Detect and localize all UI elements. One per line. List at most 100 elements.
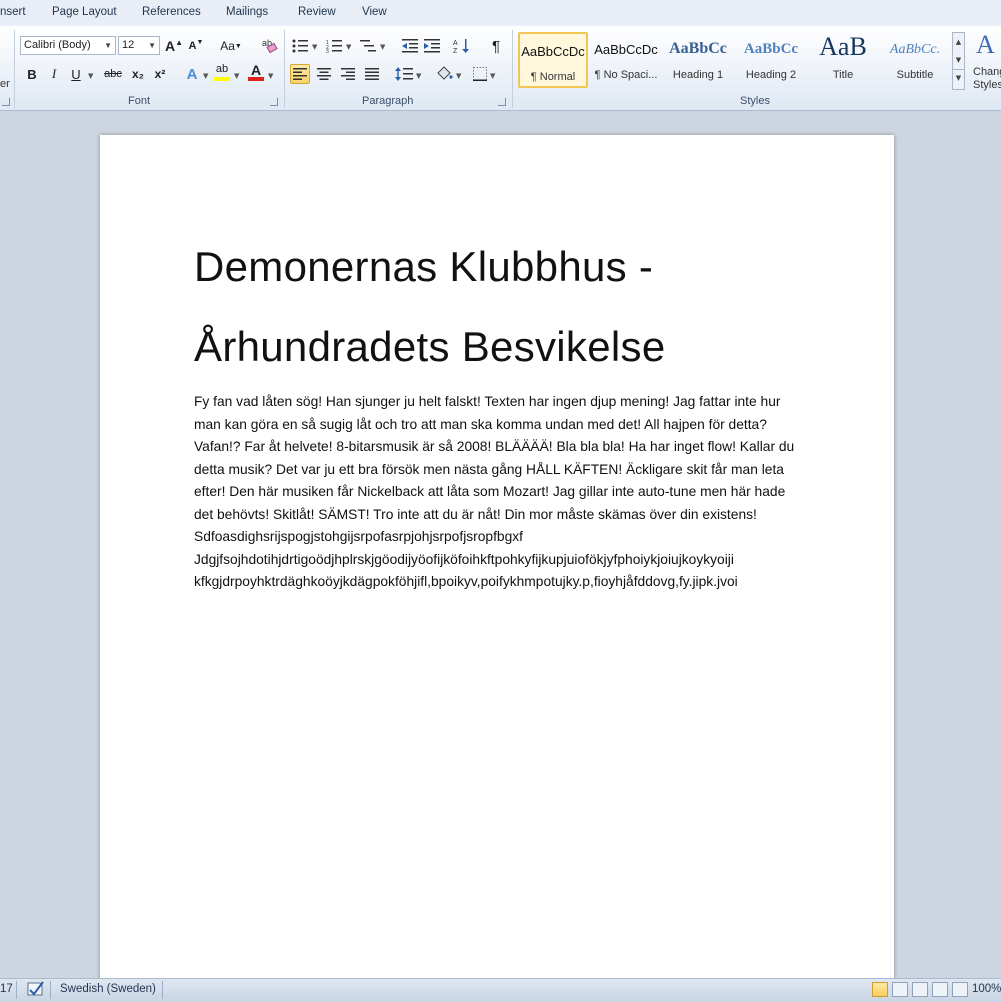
svg-text:3: 3	[326, 49, 329, 53]
multilevel-list-icon	[360, 40, 376, 52]
line-spacing-icon	[395, 67, 413, 81]
shading-button[interactable]	[434, 64, 454, 84]
document-body-paragraph[interactable]: Fy fan vad låten sög! Han sjunger ju hel…	[194, 391, 798, 594]
tab-insert[interactable]: nsert	[0, 6, 26, 18]
font-size-combo[interactable]: 12 ▼	[118, 36, 160, 55]
numbering-button[interactable]: 123	[324, 36, 344, 56]
align-left-button[interactable]	[290, 64, 310, 84]
strikethrough-icon: abc	[104, 68, 122, 80]
line-spacing-button[interactable]	[394, 64, 414, 84]
style-normal[interactable]: AaBbCcDc ¶ Normal	[518, 32, 588, 88]
clear-formatting-icon: ab	[262, 38, 278, 54]
underline-icon: U	[71, 66, 81, 82]
align-center-button[interactable]	[314, 64, 334, 84]
show-formatting-button[interactable]: ¶	[486, 36, 506, 56]
language-indicator[interactable]: Swedish (Sweden)	[60, 983, 156, 995]
grow-font-icon: A	[164, 38, 176, 54]
sort-button[interactable]: AZ	[452, 36, 472, 56]
change-styles-label: Chang Styles	[973, 66, 1001, 92]
tab-view[interactable]: View	[362, 6, 387, 18]
group-separator	[512, 30, 513, 108]
font-color-swatch	[248, 76, 264, 81]
highlight-swatch	[214, 76, 230, 81]
italic-button[interactable]: I	[44, 64, 64, 84]
print-layout-view-button[interactable]	[872, 982, 888, 997]
chevron-down-icon[interactable]: ▼	[456, 72, 461, 80]
increase-indent-button[interactable]	[422, 36, 442, 56]
numbered-list-icon: 123	[326, 40, 342, 53]
chevron-down-icon[interactable]: ▼	[268, 72, 273, 80]
font-color-button[interactable]: A	[246, 62, 266, 82]
chevron-down-icon[interactable]: ▼	[312, 43, 317, 51]
styles-gallery-scroll[interactable]: ▲ ▼ ▼	[952, 32, 965, 90]
align-right-button[interactable]	[338, 64, 358, 84]
paragraph-dialog-launcher[interactable]	[498, 98, 506, 106]
style-sample-text: AaB	[819, 32, 867, 61]
superscript-icon: x²	[154, 67, 166, 81]
grow-font-button[interactable]: A ▲	[164, 36, 184, 56]
style-name-label: ¶ No Spaci...	[594, 69, 658, 81]
scroll-up-icon[interactable]: ▲	[953, 33, 964, 51]
underline-button[interactable]: U	[66, 64, 86, 84]
chevron-down-icon[interactable]: ▼	[380, 43, 385, 51]
chevron-down-icon: ▼	[104, 41, 112, 50]
style-title[interactable]: AaB Title	[808, 32, 878, 88]
outline-view-button[interactable]	[932, 982, 948, 997]
gallery-more-icon[interactable]: ▼	[953, 69, 964, 86]
border-icon	[473, 67, 487, 81]
subscript-button[interactable]: x₂	[128, 64, 148, 84]
superscript-button[interactable]: x²	[150, 64, 170, 84]
bullets-button[interactable]	[290, 36, 310, 56]
chevron-down-icon[interactable]: ▼	[203, 72, 208, 80]
change-styles-button[interactable]: A Chang Styles	[970, 30, 1001, 92]
clipboard-dialog-launcher[interactable]	[2, 98, 10, 106]
ribbon: er Calibri (Body) ▼ 12 ▼ A ▲ A ▼ Aa ▼ ab B …	[0, 26, 1001, 111]
document-page[interactable]: Demonernas Klubbhus - Århundradets Besvi…	[100, 135, 894, 985]
format-painter-label[interactable]: er	[0, 78, 10, 90]
chevron-down-icon[interactable]: ▼	[88, 72, 93, 80]
shrink-font-button[interactable]: A ▼	[186, 36, 206, 56]
chevron-down-icon[interactable]: ▼	[416, 72, 421, 80]
font-dialog-launcher[interactable]	[270, 98, 278, 106]
change-styles-label-line2: Styles	[973, 79, 1001, 91]
proofing-icon[interactable]	[26, 980, 46, 1001]
change-styles-label-line1: Chang	[973, 66, 1001, 78]
chevron-down-icon[interactable]: ▼	[490, 72, 495, 80]
web-layout-view-button[interactable]	[912, 982, 928, 997]
document-title[interactable]: Demonernas Klubbhus - Århundradets Besvi…	[194, 227, 834, 387]
style-sample-text: AaBbCcDc	[521, 44, 585, 59]
change-case-button[interactable]: Aa ▼	[218, 36, 244, 56]
draft-view-button[interactable]	[952, 982, 968, 997]
svg-text:A: A	[453, 40, 458, 47]
text-effects-icon: A	[186, 65, 198, 83]
style-heading-2[interactable]: AaBbCc Heading 2	[736, 32, 806, 88]
multilevel-list-button[interactable]	[358, 36, 378, 56]
tab-page-layout[interactable]: Page Layout	[52, 6, 117, 18]
page-number-indicator[interactable]: 17	[0, 983, 13, 995]
clear-formatting-button[interactable]: ab	[258, 35, 280, 55]
paint-bucket-icon	[437, 66, 453, 80]
style-heading-1[interactable]: AaBbCc Heading 1	[663, 32, 733, 88]
style-no-spacing[interactable]: AaBbCcDc ¶ No Spaci...	[591, 32, 661, 88]
highlight-color-button[interactable]: ab	[212, 62, 232, 82]
tab-references[interactable]: References	[142, 6, 201, 18]
font-family-combo[interactable]: Calibri (Body) ▼	[20, 36, 116, 55]
styles-group-label: Styles	[740, 95, 770, 107]
justify-button[interactable]	[362, 64, 382, 84]
status-separator	[16, 981, 17, 999]
tab-mailings[interactable]: Mailings	[226, 6, 268, 18]
full-screen-reading-view-button[interactable]	[892, 982, 908, 997]
decrease-indent-button[interactable]	[400, 36, 420, 56]
scroll-down-icon[interactable]: ▼	[953, 51, 964, 69]
align-right-icon	[341, 68, 355, 80]
style-subtitle[interactable]: AaBbCc. Subtitle	[880, 32, 950, 88]
bold-button[interactable]: B	[22, 64, 42, 84]
tab-review[interactable]: Review	[298, 6, 336, 18]
text-effects-button[interactable]: A	[182, 64, 202, 84]
style-sample-text: AaBbCc	[669, 40, 727, 57]
strikethrough-button[interactable]: abc	[100, 64, 126, 84]
borders-button[interactable]	[470, 64, 490, 84]
chevron-down-icon[interactable]: ▼	[234, 72, 239, 80]
chevron-down-icon[interactable]: ▼	[346, 43, 351, 51]
zoom-level[interactable]: 100%	[972, 983, 1001, 995]
